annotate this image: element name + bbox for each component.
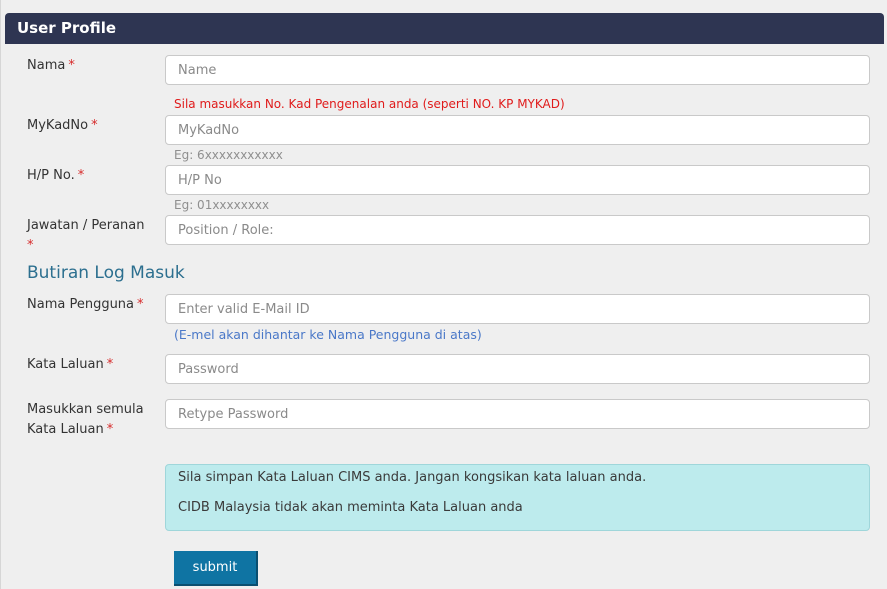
nama-label: Nama * [27,58,75,73]
username-label: Nama Pengguna * [27,297,144,312]
required-marker: * [27,238,34,253]
retype-password-input[interactable] [165,399,870,429]
required-marker: * [106,357,114,372]
required-marker: * [77,168,85,183]
username-input[interactable] [165,294,870,324]
hp-label: H/P No. * [27,168,85,183]
password-input[interactable] [165,354,870,384]
mykad-input[interactable] [165,115,870,145]
mykad-error-message: Sila masukkan No. Kad Pengenalan anda (s… [174,97,565,111]
hp-hint: Eg: 01xxxxxxxx [174,198,270,212]
notice-line-1: Sila simpan Kata Laluan CIMS anda. Janga… [178,470,647,485]
mykad-label: MyKadNo * [27,118,98,133]
password-notice: Sila simpan Kata Laluan CIMS anda. Janga… [165,464,870,531]
notice-line-2: CIDB Malaysia tidak akan meminta Kata La… [178,500,523,515]
hp-input[interactable] [165,165,870,195]
panel-header: User Profile [5,13,884,44]
mykad-hint: Eg: 6xxxxxxxxxxx [174,148,283,162]
nama-input[interactable] [165,55,870,85]
submit-button[interactable]: submit [174,551,258,586]
required-marker: * [91,118,98,133]
password-label: Kata Laluan * [27,357,114,372]
login-section-title: Butiran Log Masuk [27,263,185,283]
username-note: (E-mel akan dihantar ke Nama Pengguna di… [174,327,482,342]
required-marker: * [68,58,75,73]
retype-password-label: Masukkan semula Kata Laluan * [27,402,144,437]
jawatan-input[interactable] [165,215,870,245]
jawatan-label: Jawatan / Peranan * [27,218,145,253]
user-profile-form: User Profile Nama* Sila masukkan No. Kad… [0,0,887,589]
required-marker: * [137,297,144,312]
required-marker: * [106,422,114,437]
panel-title: User Profile [17,19,117,37]
